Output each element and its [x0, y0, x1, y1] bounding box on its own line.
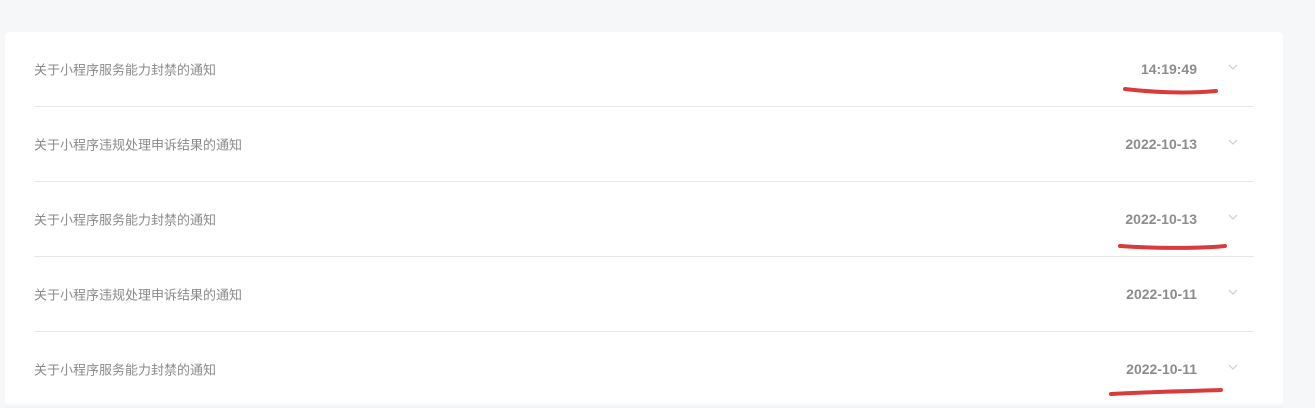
chevron-down-icon[interactable] — [1228, 289, 1238, 295]
notification-date: 2022-10-11 — [1126, 286, 1197, 302]
notification-title: 关于小程序违规处理申诉结果的通知 — [34, 138, 243, 154]
notification-row[interactable]: 关于小程序服务能力封禁的通知 2022-10-13 — [34, 182, 1254, 257]
notification-row[interactable]: 关于小程序违规处理申诉结果的通知 2022-10-11 — [34, 257, 1254, 332]
notification-title: 关于小程序违规处理申诉结果的通知 — [34, 288, 243, 304]
notification-date: 2022-10-13 — [1125, 211, 1197, 227]
notification-row[interactable]: 关于小程序服务能力封禁的通知 14:19:49 — [34, 32, 1254, 107]
notification-row[interactable]: 关于小程序违规处理申诉结果的通知 2022-10-13 — [34, 107, 1254, 182]
notification-row[interactable]: 关于小程序服务能力封禁的通知 2022-10-11 — [34, 332, 1254, 406]
notification-panel: 关于小程序服务能力封禁的通知 14:19:49 关于小程序违规处理申诉结果的通知… — [5, 32, 1283, 408]
notification-date: 2022-10-13 — [1125, 136, 1197, 152]
chevron-down-icon[interactable] — [1228, 214, 1238, 220]
chevron-down-icon[interactable] — [1228, 139, 1238, 145]
notification-title: 关于小程序服务能力封禁的通知 — [34, 63, 217, 79]
notification-title: 关于小程序服务能力封禁的通知 — [34, 363, 217, 379]
panel-bottom-edge — [5, 402, 1283, 408]
chevron-down-icon[interactable] — [1228, 364, 1238, 370]
chevron-down-icon[interactable] — [1228, 64, 1238, 70]
notification-date: 14:19:49 — [1140, 61, 1197, 77]
notification-date: 2022-10-11 — [1126, 361, 1197, 377]
notification-title: 关于小程序服务能力封禁的通知 — [34, 213, 217, 229]
notification-list: 关于小程序服务能力封禁的通知 14:19:49 关于小程序违规处理申诉结果的通知… — [34, 32, 1254, 406]
